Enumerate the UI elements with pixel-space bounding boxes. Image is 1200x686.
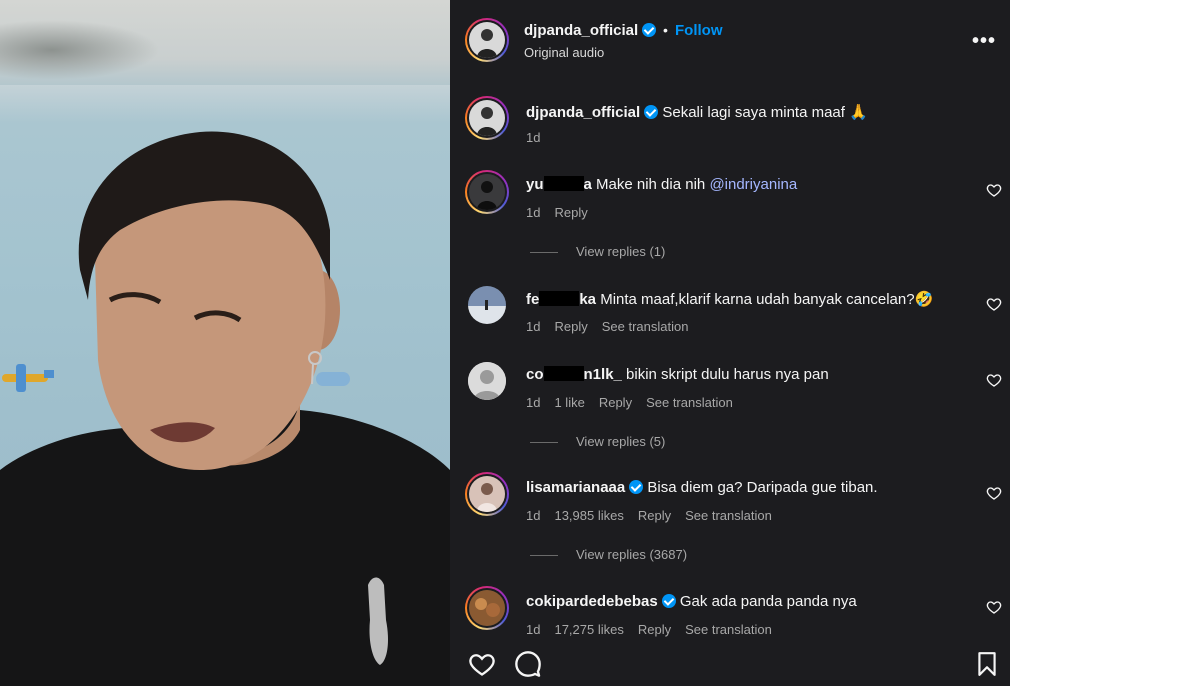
caption-time: 1d	[526, 130, 541, 145]
username-start[interactable]: co	[526, 366, 544, 383]
redaction-bar	[539, 291, 580, 306]
caption-text: Sekali lagi saya minta maaf 🙏	[662, 104, 868, 121]
comment-time: 1d	[526, 622, 541, 637]
comment-avatar[interactable]	[465, 586, 509, 630]
comment-avatar[interactable]	[465, 170, 509, 214]
comment-time: 1d	[526, 205, 541, 220]
username-start[interactable]: yu	[526, 176, 544, 193]
verified-badge-icon	[661, 594, 676, 608]
comment-text: bikin skript dulu harus nya pan	[621, 366, 829, 383]
heart-icon[interactable]	[986, 372, 1002, 388]
comment-username[interactable]: co n1lk_	[526, 366, 622, 383]
view-replies-line	[530, 442, 558, 444]
see-translation-button[interactable]: See translation	[685, 622, 772, 637]
comment-username[interactable]: fe ka	[526, 291, 596, 308]
view-replies-button[interactable]: View replies (1)	[530, 244, 665, 259]
action-bar	[450, 640, 1010, 686]
caption-avatar-photo	[469, 100, 505, 136]
view-replies-label[interactable]: View replies (5)	[576, 434, 665, 449]
comment-meta: 1d Reply	[526, 205, 602, 220]
comment-username[interactable]: cokipardedebebas	[526, 593, 658, 610]
comment-time: 1d	[526, 395, 541, 410]
bookmark-icon[interactable]	[974, 650, 1000, 678]
comment-avatar[interactable]	[468, 362, 506, 400]
comment-text-line: co n1lk_ bikin skript dulu harus nya pan	[526, 366, 829, 383]
comment-text: Minta maaf,klarif karna udah banyak canc…	[596, 291, 934, 308]
caption-meta: 1d	[526, 130, 554, 145]
view-replies-label[interactable]: View replies (3687)	[576, 547, 687, 562]
default-avatar-icon	[468, 362, 506, 400]
mention-link[interactable]: @indriyanina	[709, 176, 797, 193]
redaction-bar	[543, 366, 584, 381]
comment-meta: 1d 1 like Reply See translation	[526, 395, 747, 410]
video-player[interactable]	[0, 0, 450, 686]
comment-meta: 1d 17,275 likes Reply See translation	[526, 622, 786, 637]
verified-badge-icon	[644, 105, 659, 119]
comment-text: Make nih dia nih	[591, 176, 710, 193]
username-end[interactable]: a	[584, 176, 592, 193]
like-count[interactable]: 13,985 likes	[554, 508, 623, 523]
comment-text-line: fe ka Minta maaf,klarif karna udah banyak…	[526, 290, 933, 308]
caption-username[interactable]: djpanda_official	[526, 104, 640, 121]
comment-avatar-photo	[469, 174, 505, 210]
follow-button[interactable]: Follow	[675, 22, 723, 39]
like-count[interactable]: 1 like	[554, 395, 584, 410]
comment-text-line: yu a Make nih dia nih @indriyanina	[526, 176, 797, 193]
reply-button[interactable]: Reply	[554, 319, 587, 334]
comment-time: 1d	[526, 508, 541, 523]
comment-avatar[interactable]	[468, 286, 506, 324]
heart-icon[interactable]	[986, 296, 1002, 312]
comment-username[interactable]: lisamarianaaa	[526, 479, 625, 496]
view-replies-line	[530, 555, 558, 557]
like-count[interactable]: 17,275 likes	[554, 622, 623, 637]
original-audio-link[interactable]: Original audio	[524, 45, 604, 60]
comment-avatar-photo	[469, 476, 505, 512]
view-replies-button[interactable]: View replies (3687)	[530, 547, 687, 562]
view-replies-label[interactable]: View replies (1)	[576, 244, 665, 259]
caption-avatar[interactable]	[465, 96, 509, 140]
video-person	[0, 131, 450, 686]
see-translation-button[interactable]: See translation	[685, 508, 772, 523]
comment-username[interactable]: yu a	[526, 176, 592, 193]
more-options-icon[interactable]: •••	[972, 30, 996, 53]
comment-text: Gak ada panda panda nya	[679, 593, 857, 610]
reply-button[interactable]: Reply	[599, 395, 632, 410]
see-translation-button[interactable]: See translation	[646, 395, 733, 410]
reply-button[interactable]: Reply	[554, 205, 587, 220]
comment-time: 1d	[526, 319, 541, 334]
verified-badge-icon	[629, 480, 644, 494]
comment-avatar[interactable]	[465, 472, 509, 516]
comment-avatar-photo	[469, 590, 505, 626]
post-header: djpanda_official • Follow Original audio…	[450, 0, 1010, 80]
author-username-text[interactable]: djpanda_official	[524, 22, 638, 39]
verified-badge-icon	[642, 23, 657, 37]
comment-meta: 1d 13,985 likes Reply See translation	[526, 508, 786, 523]
author-username[interactable]: djpanda_official	[524, 22, 657, 39]
heart-icon[interactable]	[468, 650, 496, 678]
heart-icon[interactable]	[986, 182, 1002, 198]
comment-text-line: lisamarianaaa Bisa diem ga? Daripada gue…	[526, 479, 878, 496]
reply-button[interactable]: Reply	[638, 508, 671, 523]
author-avatar-photo	[469, 22, 505, 58]
comment-text-line: cokipardedebebas Gak ada panda panda nya	[526, 593, 857, 610]
redaction-bar	[543, 176, 584, 191]
username-start[interactable]: fe	[526, 291, 539, 308]
comment-icon[interactable]	[514, 650, 542, 678]
view-replies-line	[530, 252, 558, 254]
comments-panel: djpanda_official • Follow Original audio…	[450, 0, 1010, 686]
heart-icon[interactable]	[986, 485, 1002, 501]
comment-meta: 1d Reply See translation	[526, 319, 702, 334]
username-end[interactable]: ka	[579, 291, 596, 308]
caption-text-line: djpanda_official Sekali lagi saya minta …	[526, 103, 868, 121]
see-translation-button[interactable]: See translation	[602, 319, 689, 334]
heart-icon[interactable]	[986, 599, 1002, 615]
comment-avatar-photo	[468, 286, 506, 324]
username-end[interactable]: n1lk_	[584, 366, 622, 383]
comment-text: Bisa diem ga? Daripada gue tiban.	[647, 479, 878, 496]
reply-button[interactable]: Reply	[638, 622, 671, 637]
page-background-right	[1010, 0, 1200, 686]
view-replies-button[interactable]: View replies (5)	[530, 434, 665, 449]
author-avatar[interactable]	[465, 18, 509, 62]
header-separator: •	[663, 22, 668, 38]
